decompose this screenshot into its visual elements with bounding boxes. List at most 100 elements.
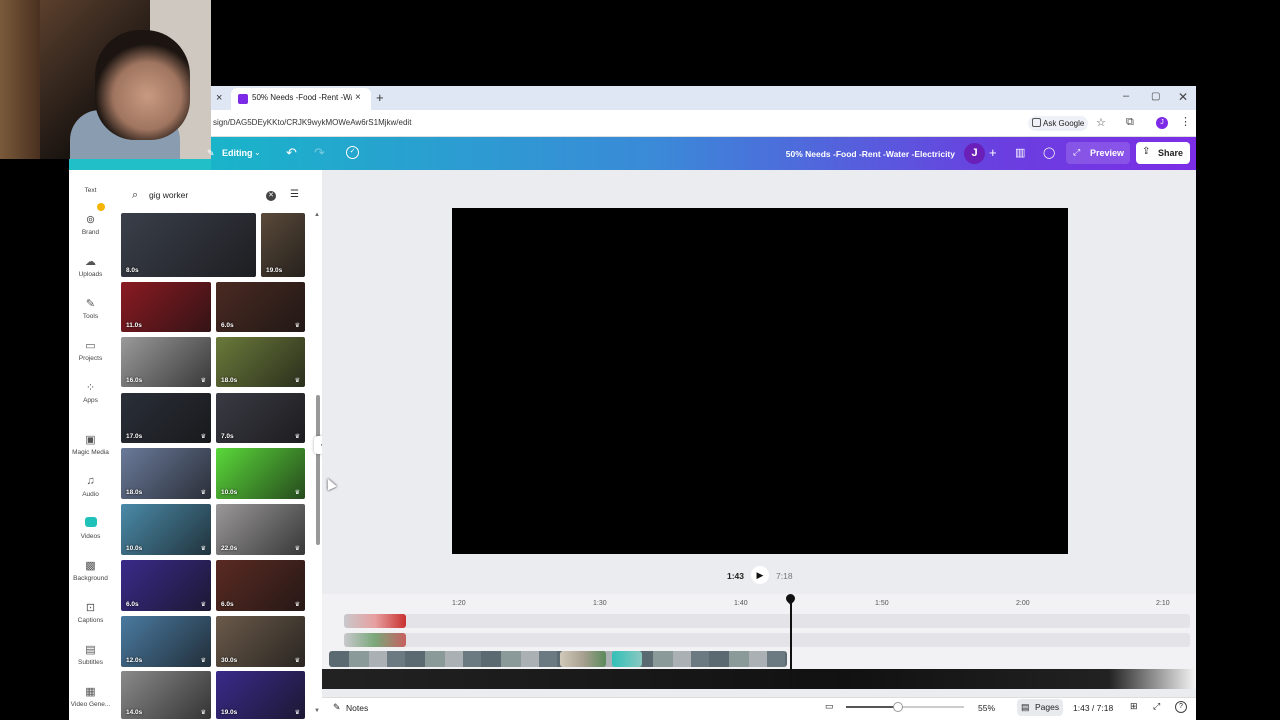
- extensions-icon[interactable]: ⧉: [1126, 116, 1134, 129]
- video-thumbnail[interactable]: 17.0s ♛: [121, 393, 211, 443]
- url-text[interactable]: sign/DAG5DEyKKto/CRJK9wykMOWeAw6rS1Mjkw/…: [213, 118, 411, 127]
- zoom-slider-handle[interactable]: [893, 702, 903, 712]
- filter-sliders-icon[interactable]: ☰: [290, 189, 299, 200]
- video-thumbnail[interactable]: 6.0s ♛: [121, 560, 211, 611]
- premium-crown-icon: ♛: [200, 546, 206, 552]
- previous-tab-close-icon[interactable]: ×: [216, 92, 226, 104]
- premium-crown-icon: ♛: [294, 490, 300, 496]
- video-thumbnail[interactable]: 12.0s ♛: [121, 616, 211, 667]
- brand-icon: ⊚: [69, 203, 112, 226]
- sidebar-item-label: Videos: [80, 533, 101, 540]
- zoom-percentage[interactable]: 55%: [978, 703, 995, 713]
- sidebar-item-subtitles[interactable]: ▤ Subtitles: [69, 643, 112, 666]
- cloud-saved-icon[interactable]: ✓: [346, 146, 359, 159]
- window-minimize-icon[interactable]: –: [1123, 90, 1129, 102]
- tab-title[interactable]: 50% Needs -Food -Rent -Water: [252, 93, 352, 102]
- webcam-overlay: [0, 0, 211, 159]
- clear-search-icon[interactable]: ✕: [266, 191, 276, 201]
- video-thumbnail[interactable]: 14.0s ♛: [121, 671, 211, 719]
- tab-close-icon[interactable]: ×: [355, 92, 361, 103]
- premium-crown-icon: ♛: [200, 378, 206, 384]
- sidebar-item-videos[interactable]: Videos: [69, 517, 112, 540]
- pen-tool-icon: ✎: [85, 298, 96, 310]
- undo-icon[interactable]: ↶: [286, 145, 297, 161]
- design-canvas[interactable]: [452, 208, 1068, 554]
- video-thumbnail[interactable]: 18.0s ♛: [121, 448, 211, 499]
- notes-icon[interactable]: ✎: [333, 702, 341, 713]
- sidebar-item-label: Brand: [81, 229, 100, 236]
- user-avatar[interactable]: J: [964, 143, 985, 164]
- sidebar-item-audio[interactable]: ♫ Audio: [69, 475, 112, 498]
- window-close-icon[interactable]: ✕: [1178, 90, 1188, 104]
- video-thumbnail[interactable]: 16.0s ♛: [121, 337, 211, 387]
- video-thumbnail[interactable]: 19.0s ♛: [216, 671, 305, 719]
- current-time: 1:43: [726, 571, 744, 581]
- insights-chart-icon[interactable]: ▥: [1015, 146, 1025, 159]
- sidebar-item-apps[interactable]: ⁘ Apps: [69, 381, 112, 404]
- fullscreen-icon[interactable]: ⤢: [1153, 701, 1160, 712]
- playhead[interactable]: [790, 598, 792, 688]
- expand-arrows-icon: ⤢: [1073, 147, 1081, 157]
- panel-scrollbar-thumb[interactable]: [316, 395, 320, 545]
- page-time: 1:43 / 7:18: [1073, 703, 1114, 713]
- bookmark-star-icon[interactable]: ☆: [1096, 116, 1106, 129]
- timeline-clip[interactable]: [612, 651, 642, 667]
- sidebar-item-projects[interactable]: ▭ Projects: [69, 339, 112, 362]
- redo-icon[interactable]: ↷: [314, 145, 325, 161]
- video-thumbnail[interactable]: 30.0s ♛: [216, 616, 305, 667]
- play-button[interactable]: ▶: [751, 566, 769, 584]
- header-strip: [69, 159, 211, 170]
- timeline-clip[interactable]: [560, 651, 606, 667]
- timeline-track[interactable]: [344, 633, 1190, 647]
- video-thumbnail[interactable]: 11.0s: [121, 282, 211, 332]
- video-duration: 16.0s: [126, 377, 143, 384]
- video-thumbnail[interactable]: 22.0s ♛: [216, 504, 305, 555]
- timeline-clip-main[interactable]: [329, 651, 787, 667]
- upload-cloud-icon: ☁: [85, 256, 96, 268]
- browser-profile-avatar[interactable]: J: [1156, 117, 1168, 129]
- browser-menu-icon[interactable]: ⋮: [1180, 115, 1191, 128]
- timeline-track[interactable]: [344, 614, 1190, 628]
- sidebar-item-background[interactable]: ▩ Background: [69, 559, 112, 582]
- background-icon: ▩: [85, 560, 96, 572]
- video-duration: 11.0s: [126, 322, 142, 329]
- sidebar-item-uploads[interactable]: ☁ Uploads: [69, 255, 112, 278]
- sidebar-item-text[interactable]: Text: [69, 184, 112, 194]
- video-thumbnail[interactable]: 10.0s ♛: [121, 504, 211, 555]
- notes-button[interactable]: Notes: [346, 703, 368, 713]
- chevron-down-icon[interactable]: ⌄: [254, 148, 261, 157]
- document-title[interactable]: 50% Needs -Food -Rent -Water -Electricit…: [770, 149, 955, 159]
- scroll-up-icon[interactable]: ▲: [314, 212, 320, 218]
- grid-view-icon[interactable]: ⊞: [1130, 701, 1138, 712]
- sidebar-item-tools[interactable]: ✎ Tools: [69, 297, 112, 320]
- monitor-icon[interactable]: ▭: [825, 701, 834, 712]
- sidebar-item-video-generator[interactable]: ▦ Video Gene...: [69, 685, 112, 708]
- sidebar-item-captions[interactable]: ⊡ Captions: [69, 601, 112, 624]
- video-thumbnail[interactable]: 7.0s ♛: [216, 393, 305, 443]
- window-maximize-icon[interactable]: ▢: [1151, 91, 1160, 102]
- audio-track[interactable]: [322, 669, 1196, 689]
- video-thumbnail[interactable]: 19.0s: [261, 213, 305, 277]
- video-thumbnail[interactable]: 18.0s ♛: [216, 337, 305, 387]
- video-thumbnail[interactable]: 6.0s ♛: [216, 282, 305, 332]
- video-thumbnail[interactable]: 6.0s ♛: [216, 560, 305, 611]
- timeline-clip[interactable]: [344, 614, 406, 628]
- search-input[interactable]: [149, 190, 259, 200]
- premium-crown-icon: ♛: [200, 602, 206, 608]
- timeline-clip[interactable]: [344, 633, 406, 647]
- new-tab-icon[interactable]: +: [376, 90, 384, 105]
- sidebar-item-label: Uploads: [78, 271, 103, 278]
- sidebar-item-magic-media[interactable]: ▣ Magic Media: [69, 433, 112, 456]
- video-duration: 6.0s: [221, 601, 234, 608]
- add-collaborator-icon[interactable]: +: [989, 145, 997, 160]
- premium-crown-icon: ♛: [200, 434, 206, 440]
- video-thumbnail[interactable]: 10.0s ♛: [216, 448, 305, 499]
- sidebar-item-brand[interactable]: ⊚ Brand: [69, 203, 112, 236]
- ask-google-label: Ask Google: [1043, 119, 1085, 128]
- help-icon[interactable]: ?: [1175, 701, 1187, 713]
- editing-mode-dropdown[interactable]: Editing: [222, 148, 253, 158]
- video-thumbnail[interactable]: 8.0s: [121, 213, 256, 277]
- comment-icon[interactable]: ◯: [1043, 146, 1055, 159]
- captions-icon: ⊡: [85, 602, 96, 614]
- scroll-down-icon[interactable]: ▼: [314, 708, 320, 714]
